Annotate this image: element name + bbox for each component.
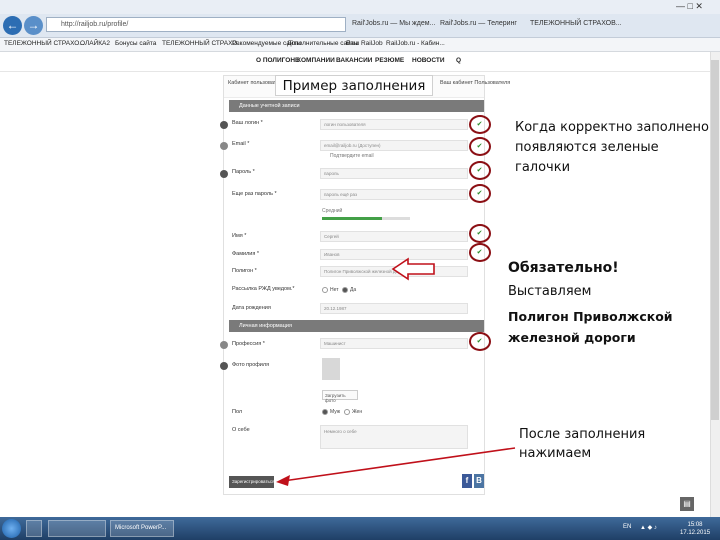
powerpoint-taskbar-item[interactable]: Microsoft PowerP...: [110, 520, 174, 537]
scrollbar-thumb[interactable]: [711, 60, 719, 420]
explorer-taskbar-icon[interactable]: [26, 520, 42, 537]
pointer-arrow-line: [282, 447, 516, 482]
clock[interactable]: 15:08 17.12.2015: [680, 521, 710, 537]
note-polygon: Полигон Приволжской железной дороги: [508, 309, 673, 345]
scroll-top-button[interactable]: ▤: [680, 497, 694, 511]
chat-icon: ▤: [683, 499, 691, 508]
language-indicator[interactable]: EN: [623, 524, 631, 530]
note-mandatory-head: Обязательно!: [508, 260, 619, 276]
browser-taskbar-item[interactable]: [48, 520, 106, 537]
note-submit: После заполнения нажимаем: [519, 427, 646, 461]
start-button[interactable]: [2, 519, 21, 538]
pointer-arrowhead: [276, 475, 290, 486]
time: 15:08: [687, 522, 703, 528]
taskbar: [0, 517, 720, 540]
callout-title: Пример заполнения: [275, 75, 433, 96]
left-arrow-icon: [391, 257, 435, 281]
tray-icons[interactable]: ▲ ◆ ♪: [640, 524, 657, 531]
date: 17.12.2015: [680, 530, 711, 536]
note-checks: Когда корректно заполнено появляются зел…: [515, 120, 710, 175]
note-mandatory-line: Выставляем: [508, 284, 592, 299]
